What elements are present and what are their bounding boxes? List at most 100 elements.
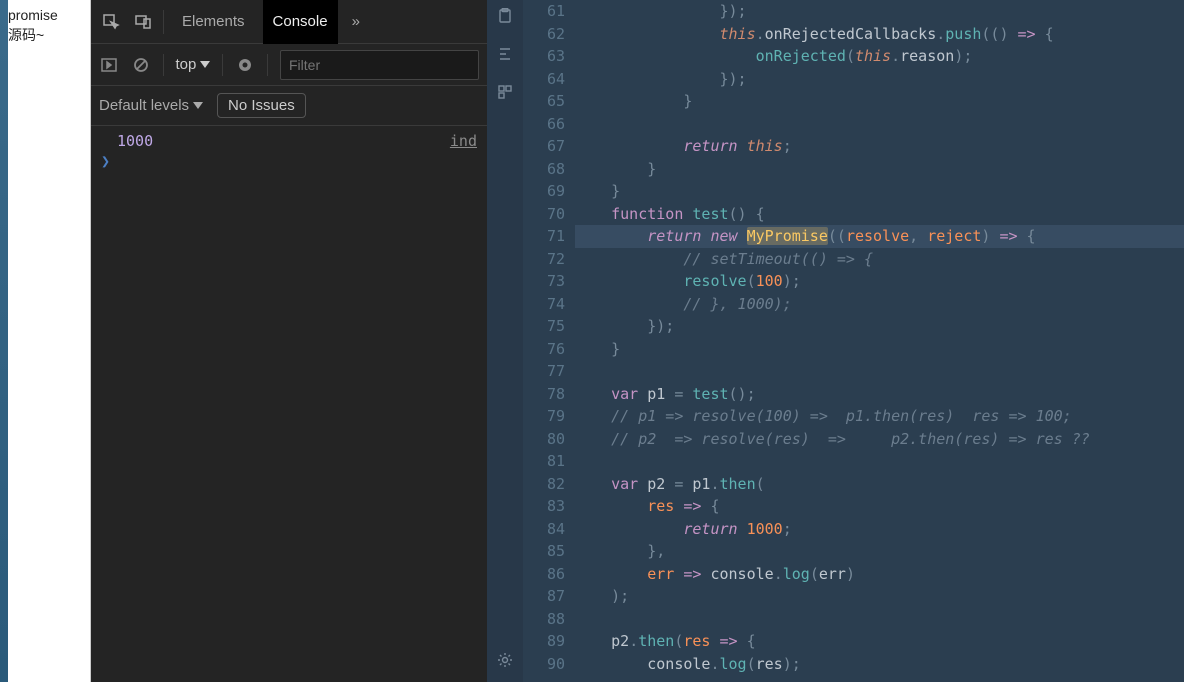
code-line[interactable]: return 1000; (575, 518, 1184, 541)
devtools-tabstrip: Elements Console » (91, 0, 487, 44)
live-expression-icon[interactable] (235, 53, 255, 77)
code-line[interactable]: }); (575, 0, 1184, 23)
line-number: 73 (523, 270, 565, 293)
console-filter-input[interactable] (280, 50, 479, 80)
line-number: 77 (523, 360, 565, 383)
divider (267, 54, 268, 76)
clipboard-icon[interactable] (495, 6, 515, 26)
issues-button[interactable]: No Issues (217, 93, 306, 118)
code-line[interactable]: res => { (575, 495, 1184, 518)
code-line[interactable]: var p2 = p1.then( (575, 473, 1184, 496)
code-line[interactable] (575, 113, 1184, 136)
tab-console[interactable]: Console (263, 0, 338, 44)
code-line[interactable]: function test() { (575, 203, 1184, 226)
log-value: 1000 (117, 132, 153, 150)
tab-title-line1: promise (8, 6, 82, 26)
line-number: 76 (523, 338, 565, 361)
code-line[interactable]: } (575, 180, 1184, 203)
line-number: 67 (523, 135, 565, 158)
line-number: 64 (523, 68, 565, 91)
code-line[interactable]: onRejected(this.reason); (575, 45, 1184, 68)
code-line[interactable]: err => console.log(err) (575, 563, 1184, 586)
line-number: 70 (523, 203, 565, 226)
line-number: 80 (523, 428, 565, 451)
line-number: 88 (523, 608, 565, 631)
code-line[interactable]: return new MyPromise((resolve, reject) =… (575, 225, 1184, 248)
code-line[interactable]: } (575, 90, 1184, 113)
line-number: 75 (523, 315, 565, 338)
clear-console-icon[interactable] (131, 53, 151, 77)
code-line[interactable] (575, 450, 1184, 473)
divider (222, 54, 223, 76)
console-log-area[interactable]: 1000 ind ❯ (91, 126, 487, 682)
console-levels-bar: Default levels No Issues (91, 86, 487, 126)
sidebar-toggle-icon[interactable] (99, 53, 119, 77)
chevron-down-icon (200, 61, 210, 68)
log-source-link[interactable]: ind (450, 132, 477, 150)
code-line[interactable]: p2.then(res => { (575, 630, 1184, 653)
line-number: 61 (523, 0, 565, 23)
code-line[interactable] (575, 360, 1184, 383)
code-content[interactable]: }); this.onRejectedCallbacks.push(() => … (575, 0, 1184, 682)
line-number: 86 (523, 563, 565, 586)
console-prompt[interactable]: ❯ (91, 152, 487, 170)
code-line[interactable]: } (575, 338, 1184, 361)
code-line[interactable]: console.log(res); (575, 653, 1184, 676)
line-number-gutter: 6162636465666768697071727374757677787980… (523, 0, 575, 682)
console-log-entry[interactable]: 1000 ind (91, 130, 487, 152)
code-line[interactable]: ); (575, 585, 1184, 608)
gear-icon[interactable] (495, 650, 515, 670)
line-number: 68 (523, 158, 565, 181)
code-line[interactable]: // setTimeout(() => { (575, 248, 1184, 271)
line-number: 82 (523, 473, 565, 496)
structure-icon[interactable] (495, 82, 515, 102)
chevron-down-icon (193, 102, 203, 109)
editor-gutter-actions (487, 0, 523, 682)
format-icon[interactable] (495, 44, 515, 64)
divider (163, 10, 164, 34)
line-number: 81 (523, 450, 565, 473)
device-toolbar-icon[interactable] (131, 10, 155, 34)
context-label: top (175, 56, 196, 73)
code-line[interactable] (575, 608, 1184, 631)
code-line[interactable]: this.onRejectedCallbacks.push(() => { (575, 23, 1184, 46)
code-line[interactable]: var p1 = test(); (575, 383, 1184, 406)
code-line[interactable]: // p2 => resolve(res) => p2.then(res) =>… (575, 428, 1184, 451)
line-number: 85 (523, 540, 565, 563)
code-line[interactable]: // p1 => resolve(100) => p1.then(res) re… (575, 405, 1184, 428)
line-number: 87 (523, 585, 565, 608)
line-number: 72 (523, 248, 565, 271)
line-number: 78 (523, 383, 565, 406)
line-number: 63 (523, 45, 565, 68)
line-number: 90 (523, 653, 565, 676)
code-editor[interactable]: 6162636465666768697071727374757677787980… (523, 0, 1184, 682)
divider (163, 54, 164, 76)
code-line[interactable]: return this; (575, 135, 1184, 158)
window-accent-strip (0, 0, 8, 682)
console-toolbar: top (91, 44, 487, 86)
inspect-element-icon[interactable] (99, 10, 123, 34)
line-number: 74 (523, 293, 565, 316)
tab-title-line2: 源码~ (8, 26, 82, 46)
log-levels-selector[interactable]: Default levels (99, 97, 203, 114)
line-number: 62 (523, 23, 565, 46)
code-line[interactable]: resolve(100); (575, 270, 1184, 293)
tab-elements[interactable]: Elements (172, 0, 255, 44)
line-number: 79 (523, 405, 565, 428)
context-selector[interactable]: top (175, 56, 210, 73)
line-number: 83 (523, 495, 565, 518)
browser-tab-label: promise 源码~ (0, 0, 91, 682)
devtools-panel: Elements Console » top Default levels No… (91, 0, 487, 682)
tab-more[interactable]: » (346, 13, 366, 30)
line-number: 69 (523, 180, 565, 203)
log-levels-label: Default levels (99, 97, 189, 114)
line-number: 71 (523, 225, 565, 248)
line-number: 66 (523, 113, 565, 136)
line-number: 89 (523, 630, 565, 653)
code-line[interactable]: }, (575, 540, 1184, 563)
code-line[interactable]: }); (575, 315, 1184, 338)
code-line[interactable]: }); (575, 68, 1184, 91)
line-number: 84 (523, 518, 565, 541)
code-line[interactable]: } (575, 158, 1184, 181)
code-line[interactable]: // }, 1000); (575, 293, 1184, 316)
